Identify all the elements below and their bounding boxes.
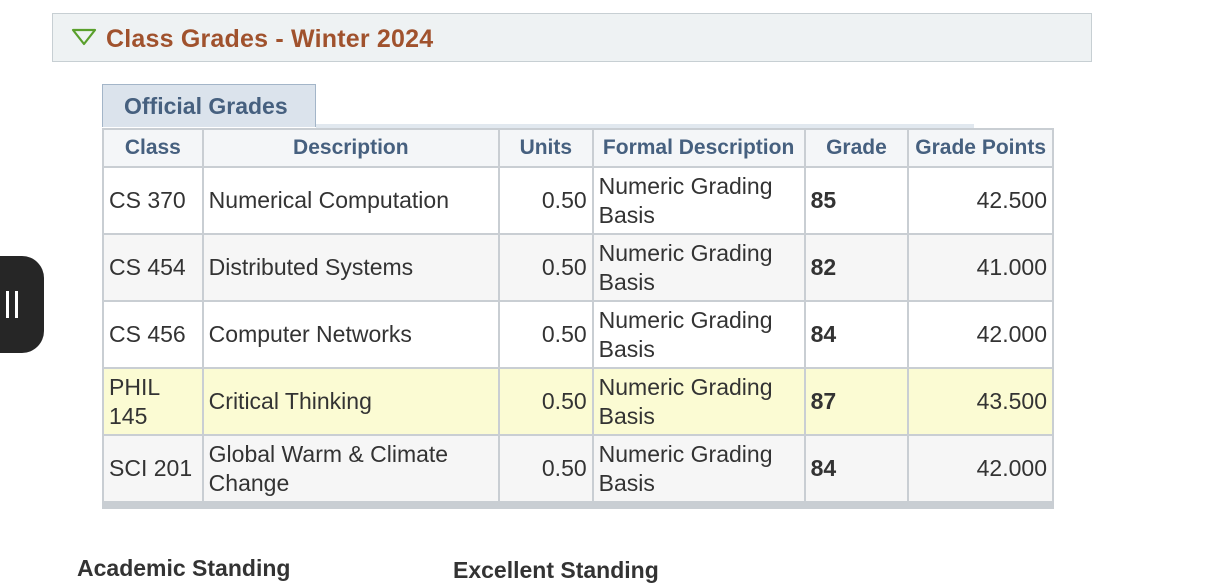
units-cell: 0.50 bbox=[499, 436, 594, 501]
description-cell: Distributed Systems bbox=[203, 235, 500, 302]
class-cell: SCI 201 bbox=[104, 436, 204, 501]
grade-points-cell: 42.000 bbox=[909, 302, 1052, 369]
table-row: CS 456 Computer Networks 0.50 Numeric Gr… bbox=[104, 302, 1052, 369]
description-cell: Computer Networks bbox=[203, 302, 500, 369]
grade-cell: 85 bbox=[805, 168, 910, 235]
table-row: CS 370 Numerical Computation 0.50 Numeri… bbox=[104, 168, 1052, 235]
pause-handle-icon-bar bbox=[15, 291, 18, 318]
formal-description-cell: Numeric Grading Basis bbox=[593, 369, 806, 436]
grades-grid: Class Description Units Formal Descripti… bbox=[102, 128, 1054, 509]
description-cell: Critical Thinking bbox=[203, 369, 500, 436]
section-title: Class Grades - Winter 2024 bbox=[106, 25, 434, 53]
table-row: CS 454 Distributed Systems 0.50 Numeric … bbox=[104, 235, 1052, 302]
side-panel-handle[interactable] bbox=[0, 256, 44, 353]
table-header-row: Class Description Units Formal Descripti… bbox=[104, 130, 1052, 168]
triangle-down-icon[interactable] bbox=[71, 27, 97, 47]
class-grades-section-header[interactable]: Class Grades - Winter 2024 bbox=[52, 13, 1092, 62]
column-header-formal-description[interactable]: Formal Description bbox=[593, 130, 806, 168]
grade-cell: 87 bbox=[805, 369, 910, 436]
pause-handle-icon bbox=[6, 291, 9, 318]
column-header-units[interactable]: Units bbox=[499, 130, 594, 168]
class-cell: PHIL 145 bbox=[104, 369, 204, 436]
description-cell: Numerical Computation bbox=[203, 168, 500, 235]
description-cell: Global Warm & Climate Change bbox=[203, 436, 500, 501]
formal-description-cell: Numeric Grading Basis bbox=[593, 168, 806, 235]
grade-cell: 84 bbox=[805, 302, 910, 369]
class-cell: CS 454 bbox=[104, 235, 204, 302]
column-header-description[interactable]: Description bbox=[203, 130, 500, 168]
units-cell: 0.50 bbox=[499, 369, 594, 436]
grade-points-cell: 41.000 bbox=[909, 235, 1052, 302]
formal-description-cell: Numeric Grading Basis bbox=[593, 436, 806, 501]
tab-official-grades[interactable]: Official Grades bbox=[102, 84, 316, 127]
units-cell: 0.50 bbox=[499, 235, 594, 302]
formal-description-cell: Numeric Grading Basis bbox=[593, 235, 806, 302]
grades-table: Class Description Units Formal Descripti… bbox=[104, 130, 1052, 501]
formal-description-cell: Numeric Grading Basis bbox=[593, 302, 806, 369]
table-row: SCI 201 Global Warm & Climate Change 0.5… bbox=[104, 436, 1052, 501]
grade-cell: 84 bbox=[805, 436, 910, 501]
academic-standing-label: Academic Standing bbox=[77, 555, 291, 581]
class-cell: CS 370 bbox=[104, 168, 204, 235]
grade-cell: 82 bbox=[805, 235, 910, 302]
column-header-grade-points[interactable]: Grade Points bbox=[909, 130, 1052, 168]
grade-points-cell: 42.500 bbox=[909, 168, 1052, 235]
units-cell: 0.50 bbox=[499, 168, 594, 235]
units-cell: 0.50 bbox=[499, 302, 594, 369]
grade-points-cell: 43.500 bbox=[909, 369, 1052, 436]
column-header-grade[interactable]: Grade bbox=[805, 130, 910, 168]
grade-points-cell: 42.000 bbox=[909, 436, 1052, 501]
table-row-highlighted: PHIL 145 Critical Thinking 0.50 Numeric … bbox=[104, 369, 1052, 436]
column-header-class[interactable]: Class bbox=[104, 130, 204, 168]
class-cell: CS 456 bbox=[104, 302, 204, 369]
